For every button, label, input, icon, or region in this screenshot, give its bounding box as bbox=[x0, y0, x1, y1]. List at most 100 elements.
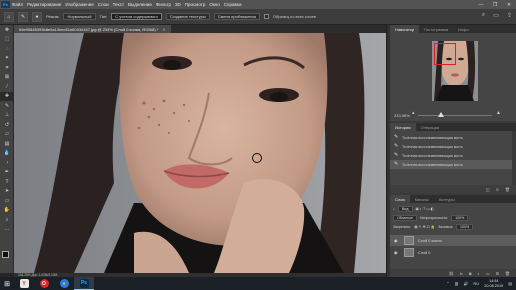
path-select-tool-icon[interactable]: ➤ bbox=[0, 187, 14, 197]
language-indicator[interactable]: RU bbox=[473, 281, 479, 286]
zoom-in-icon[interactable]: ▲ bbox=[496, 110, 501, 116]
close-tab-icon[interactable]: ✕ bbox=[162, 27, 165, 32]
minimize-button[interactable]: — bbox=[474, 0, 488, 9]
network-icon[interactable]: ▥ bbox=[455, 281, 459, 286]
move-tool-icon[interactable]: ✥ bbox=[0, 25, 14, 35]
lasso-tool-icon[interactable]: ◌ bbox=[0, 44, 14, 54]
navigator-zoom-slider[interactable] bbox=[418, 115, 492, 116]
camera-icon[interactable]: ⊙ bbox=[496, 187, 499, 192]
filter-icons[interactable]: ▣ ◐ T ▭ ◧ bbox=[416, 207, 434, 211]
new-layer-icon[interactable]: ⊞ bbox=[496, 271, 499, 276]
blur-tool-icon[interactable]: 💧 bbox=[0, 149, 14, 159]
navigator-preview[interactable] bbox=[432, 41, 478, 101]
layer-row[interactable]: ◉ Слой 0 bbox=[390, 247, 516, 258]
lock-icons[interactable]: ▦ ✎ ✥ ⊡ 🔒 bbox=[414, 225, 435, 229]
eyedropper-tool-icon[interactable]: ⁄ bbox=[0, 82, 14, 92]
tray-chevron-icon[interactable]: ⌃ bbox=[446, 281, 449, 286]
layer-kind-select[interactable]: Вид bbox=[398, 205, 413, 212]
brush-tool-icon[interactable]: ✎ bbox=[0, 101, 14, 111]
tab-paths[interactable]: Контуры bbox=[434, 195, 460, 203]
eye-icon[interactable]: ◉ bbox=[394, 250, 400, 255]
clock[interactable]: 14:54 20.08.2019 bbox=[484, 279, 503, 289]
history-item[interactable]: ✎ Точечная восстанавливающая кисть bbox=[390, 151, 512, 160]
history-brush-tool-icon[interactable]: ↺ bbox=[0, 120, 14, 130]
menu-layers[interactable]: Слои bbox=[98, 2, 109, 7]
taskbar-yandex[interactable]: Y bbox=[14, 277, 34, 290]
navigator-view-box[interactable] bbox=[434, 43, 456, 65]
tab-actions[interactable]: Операции bbox=[416, 123, 445, 131]
opacity-input[interactable]: 100% bbox=[451, 214, 469, 221]
blend-mode-select[interactable]: Обычные bbox=[393, 214, 417, 221]
tab-layers[interactable]: Слои bbox=[390, 195, 410, 203]
history-item[interactable]: ✎ Точечная восстанавливающая кисть bbox=[390, 142, 512, 151]
workspace-icon[interactable]: ▭ bbox=[493, 12, 499, 19]
navigator-zoom-value[interactable]: 233,96% bbox=[394, 113, 410, 118]
history-scrollbar[interactable] bbox=[512, 131, 516, 193]
tab-history[interactable]: История bbox=[390, 123, 416, 131]
frame-tool-icon[interactable]: ⊠ bbox=[0, 73, 14, 83]
home-icon[interactable]: ⌂ bbox=[4, 11, 14, 22]
close-button[interactable]: ✕ bbox=[502, 0, 516, 9]
history-item-selected[interactable]: ✎ Точечная восстанавливающая кисть bbox=[390, 160, 512, 169]
mask-icon[interactable]: ◙ bbox=[469, 271, 471, 276]
hand-tool-icon[interactable]: ✋ bbox=[0, 206, 14, 216]
navigator-zoom-knob[interactable] bbox=[438, 112, 444, 117]
menu-edit[interactable]: Редактирование bbox=[27, 2, 61, 7]
share-icon[interactable]: ⇪ bbox=[507, 12, 512, 19]
tab-histogram[interactable]: Гистограмма bbox=[419, 25, 453, 33]
trash-icon[interactable]: 🗑 bbox=[505, 187, 510, 192]
taskbar-chrome[interactable]: ● bbox=[54, 277, 74, 290]
healing-brush-tool-icon[interactable]: ✚ bbox=[0, 91, 14, 101]
history-item[interactable]: ✎ Точечная восстанавливающая кисть bbox=[390, 133, 512, 142]
more-tools-icon[interactable]: … bbox=[0, 225, 14, 235]
gradient-tool-icon[interactable]: ▤ bbox=[0, 139, 14, 149]
type-tool-icon[interactable]: T bbox=[0, 177, 14, 187]
zoom-out-icon[interactable]: ▴ bbox=[412, 110, 415, 116]
menu-select[interactable]: Выделение bbox=[128, 2, 152, 7]
tab-navigator[interactable]: Навигатор bbox=[390, 25, 420, 33]
restore-button[interactable]: ❐ bbox=[488, 0, 502, 9]
notifications-icon[interactable]: ▤ bbox=[508, 281, 512, 286]
menu-window[interactable]: Окно bbox=[209, 2, 219, 7]
type-content-aware-button[interactable]: С учетом содержимого bbox=[111, 13, 162, 20]
shape-tool-icon[interactable]: ▭ bbox=[0, 196, 14, 206]
layer-row-selected[interactable]: ◉ Слой 0 копия bbox=[390, 235, 516, 246]
search-icon[interactable]: ⌕ bbox=[482, 12, 485, 19]
menu-view[interactable]: Просмотр bbox=[185, 2, 206, 7]
fill-input[interactable]: 100% bbox=[455, 223, 474, 230]
menu-3d[interactable]: 3D bbox=[175, 2, 181, 7]
pen-tool-icon[interactable]: ✒ bbox=[0, 168, 14, 178]
document-tab[interactable]: 69e99845393b8e9a13eec51e60434167.jpg @ 2… bbox=[14, 25, 171, 33]
sample-all-layers-checkbox[interactable] bbox=[263, 14, 269, 19]
menu-filter[interactable]: Фильтр bbox=[156, 2, 171, 7]
volume-icon[interactable]: 🔊 bbox=[463, 281, 468, 286]
image-canvas[interactable] bbox=[14, 33, 386, 273]
marquee-tool-icon[interactable]: ⬚ bbox=[0, 35, 14, 45]
adjustment-icon[interactable]: ◐ bbox=[477, 271, 479, 276]
mode-select[interactable]: Нормальный bbox=[63, 13, 96, 20]
crop-tool-icon[interactable]: ⌗ bbox=[0, 63, 14, 73]
tab-info[interactable]: Инфо bbox=[453, 25, 474, 33]
menu-type[interactable]: Текст bbox=[113, 2, 124, 7]
clone-stamp-tool-icon[interactable]: ⊥ bbox=[0, 111, 14, 121]
menu-file[interactable]: Файл bbox=[12, 2, 23, 7]
foreground-color-swatch[interactable] bbox=[2, 251, 9, 258]
eraser-tool-icon[interactable]: ▱ bbox=[0, 130, 14, 140]
link-icon[interactable]: ⛓ bbox=[449, 271, 454, 276]
menu-image[interactable]: Изображение bbox=[65, 2, 93, 7]
taskbar-opera[interactable]: O bbox=[34, 277, 54, 290]
spot-healing-brush-icon[interactable]: ✎ bbox=[18, 11, 28, 22]
tab-channels[interactable]: Каналы bbox=[410, 195, 434, 203]
taskbar-photoshop[interactable]: Ps bbox=[74, 277, 94, 290]
folder-icon[interactable]: ▭ bbox=[486, 271, 490, 276]
brush-size-picker[interactable]: ● bbox=[32, 11, 42, 22]
eye-icon[interactable]: ◉ bbox=[394, 238, 400, 243]
start-icon[interactable]: ⊞ bbox=[0, 277, 14, 290]
type-texture-button[interactable]: Создание текстуры bbox=[165, 13, 210, 20]
dodge-tool-icon[interactable]: ◔ bbox=[0, 158, 14, 168]
trash-icon[interactable]: 🗑 bbox=[505, 271, 510, 276]
fx-icon[interactable]: fx bbox=[460, 271, 463, 276]
menu-help[interactable]: Справка bbox=[224, 2, 242, 7]
snapshot-icon[interactable]: ◫ bbox=[486, 187, 490, 192]
type-proximity-button[interactable]: Смена приближения bbox=[213, 13, 260, 20]
